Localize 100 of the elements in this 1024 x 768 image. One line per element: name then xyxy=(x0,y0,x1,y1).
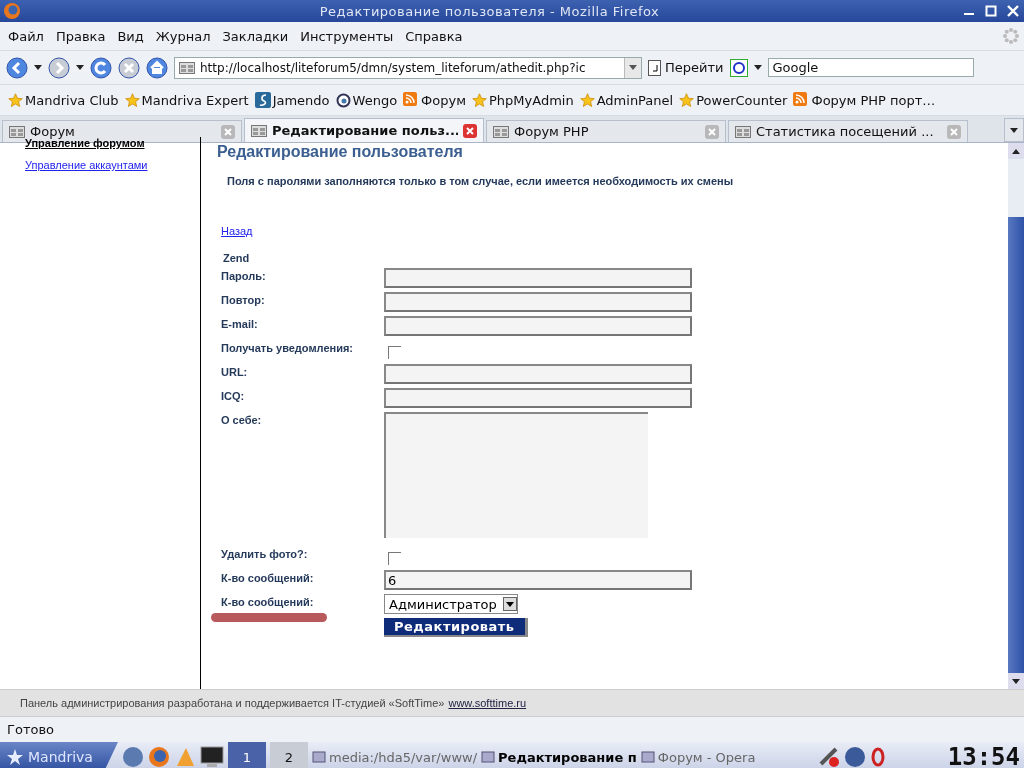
browser-tab[interactable]: Редактирование польз... xyxy=(244,118,484,142)
maximize-icon[interactable] xyxy=(985,5,997,17)
desktop-button[interactable]: 2 xyxy=(270,742,308,768)
tab-list-button[interactable] xyxy=(1004,118,1024,142)
text-area[interactable] xyxy=(384,412,648,538)
caret-icon xyxy=(1010,127,1018,133)
window-icon xyxy=(481,750,496,764)
browser-tab[interactable]: Статистика посещений ... xyxy=(728,120,968,142)
feed-icon xyxy=(793,92,810,108)
text-field[interactable] xyxy=(384,316,692,336)
menu-item[interactable]: Файл xyxy=(4,28,48,44)
forward-icon[interactable] xyxy=(48,56,70,79)
submit-button[interactable]: Редактировать xyxy=(384,618,528,637)
field-label: URL: xyxy=(221,366,248,378)
search-engine-icon[interactable] xyxy=(729,58,748,77)
browser-logo-icon[interactable] xyxy=(148,746,170,768)
globe-icon xyxy=(335,92,351,108)
star-icon xyxy=(6,748,24,766)
page-icon xyxy=(179,61,195,74)
caret-icon[interactable] xyxy=(76,65,84,70)
logo-icon xyxy=(254,92,271,108)
field-label: Повтор: xyxy=(221,294,265,306)
go-button[interactable]: Перейти xyxy=(648,59,724,76)
star-icon xyxy=(472,92,487,108)
feed-icon xyxy=(403,92,420,108)
caret-icon xyxy=(505,601,514,607)
scrollbar[interactable] xyxy=(1008,143,1024,689)
task-button[interactable]: media:/hda5/var/www/ xyxy=(312,749,478,765)
task-button[interactable]: Редактирование п xyxy=(481,749,637,765)
desktop-button[interactable]: 1 xyxy=(228,742,266,768)
browser-logo-icon xyxy=(3,2,21,20)
footer-link[interactable]: www.softtime.ru xyxy=(448,697,527,709)
bookmark-link[interactable]: AdminPanel xyxy=(579,92,674,108)
bookmark-link[interactable]: Mandriva Club xyxy=(8,92,119,108)
field-label: Удалить фото?: xyxy=(221,548,308,560)
menu-item[interactable]: Инструменты xyxy=(296,28,398,44)
field-label: Получать уведомления: xyxy=(221,342,354,354)
field-label: E-mail: xyxy=(221,318,258,330)
go-icon xyxy=(648,59,662,76)
page-heading: Редактирование пользователя xyxy=(217,143,464,161)
start-button[interactable]: Mandriva xyxy=(0,742,118,768)
caret-icon xyxy=(629,65,637,70)
reload-icon[interactable] xyxy=(90,56,112,79)
close-icon[interactable] xyxy=(1007,5,1019,17)
menu-item[interactable]: Журнал xyxy=(151,28,215,44)
text-field[interactable] xyxy=(384,364,692,384)
page-icon xyxy=(251,124,267,137)
window-icon xyxy=(312,750,326,764)
page-icon xyxy=(9,125,25,138)
back-link[interactable]: Назад xyxy=(221,225,253,237)
star-icon xyxy=(679,92,695,108)
text-field[interactable] xyxy=(384,388,692,408)
menu-item[interactable]: Закладки xyxy=(218,28,293,44)
bookmark-link[interactable]: Mandriva Expert xyxy=(124,92,249,108)
menu-item[interactable]: Вид xyxy=(113,28,148,44)
role-dropdown[interactable]: Администратор xyxy=(384,594,518,614)
menu-item[interactable]: Справка xyxy=(401,28,467,44)
bookmark-link[interactable]: PhpMyAdmin xyxy=(472,92,574,108)
throbber-icon xyxy=(1002,27,1020,45)
close-tab-icon[interactable] xyxy=(463,123,477,138)
username-label: Zend xyxy=(223,252,251,264)
bookmark-link[interactable]: PowerCounter xyxy=(679,92,788,108)
field-label: О себе: xyxy=(221,414,262,426)
bookmark-link[interactable]: Jamendo xyxy=(254,92,330,108)
ring-icon xyxy=(869,747,886,767)
bookmark-link[interactable]: Форум xyxy=(403,92,466,108)
star-icon xyxy=(579,92,595,108)
window-title: Редактирование пользователя - Mozilla Firefox xyxy=(318,3,661,19)
text-field[interactable]: 6 xyxy=(384,570,692,590)
clock: 13:54 xyxy=(947,743,1020,768)
field-label: ICQ: xyxy=(221,390,245,402)
menu-item[interactable]: Правка xyxy=(51,28,110,44)
task-button[interactable]: Форум - Opera xyxy=(640,749,756,765)
sidebar-link[interactable]: Управление аккаунтами xyxy=(25,159,200,171)
info-note: Поля с паролями заполняются только в том случае, если имеется необходимость их смены xyxy=(227,175,735,187)
window-icon xyxy=(640,750,655,764)
text-field[interactable] xyxy=(384,292,692,312)
stop-icon[interactable] xyxy=(118,56,140,79)
browser-tab[interactable]: Форум PHP xyxy=(486,120,726,142)
status-text: Готово xyxy=(7,722,55,737)
scroll-up-icon[interactable] xyxy=(1012,148,1020,154)
bookmark-link[interactable]: Форум PHP порт… xyxy=(793,92,936,108)
page-icon xyxy=(735,125,751,138)
footer-text: Панель администрирования разработана и поддерживается IT-студией «SoftTime» xyxy=(20,697,445,709)
address-field[interactable]: http://localhost/liteforum5/dmn/system_liteforum/athedit.php?ic xyxy=(174,56,642,79)
page-icon xyxy=(493,125,509,138)
back-icon[interactable] xyxy=(6,56,28,79)
star-icon xyxy=(8,92,23,108)
terminal-icon[interactable] xyxy=(200,746,224,768)
caret-icon[interactable] xyxy=(753,65,762,70)
field-label: К-во сообщений: xyxy=(221,572,314,584)
scroll-down-icon[interactable] xyxy=(1012,678,1020,684)
caret-icon[interactable] xyxy=(34,65,42,70)
text-field[interactable] xyxy=(384,268,692,288)
home-icon[interactable] xyxy=(146,56,168,79)
field-label: Пароль: xyxy=(221,270,266,282)
star-icon xyxy=(124,92,140,108)
field-label: К-во сообщений: xyxy=(221,596,314,608)
search-field[interactable]: Google xyxy=(767,58,974,77)
bookmark-link[interactable]: Wengo xyxy=(335,92,398,108)
